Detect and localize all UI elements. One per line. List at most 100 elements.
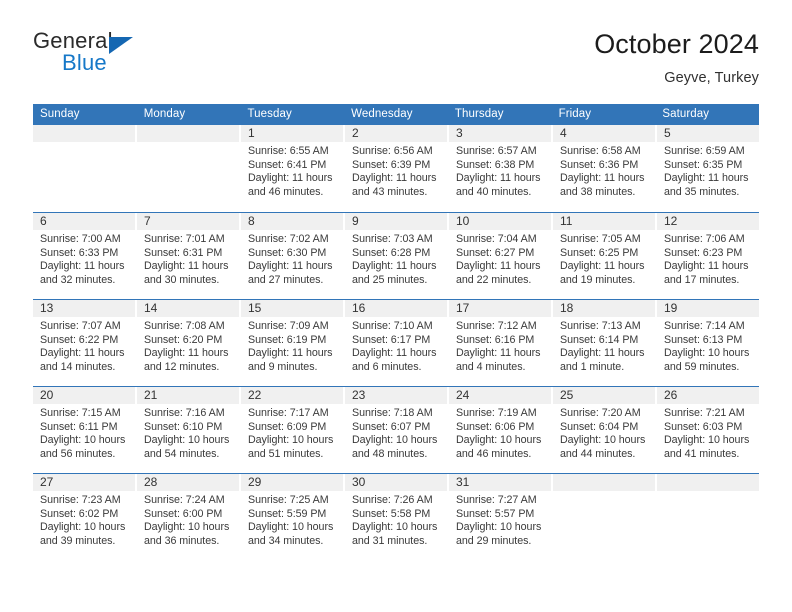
day-cell[interactable]: 17 Sunrise: 7:12 AM Sunset: 6:16 PM Dayligh… <box>449 300 551 386</box>
general-blue-logo[interactable]: General Blue <box>33 28 263 88</box>
daylight-duration-line1: Daylight: 10 hours <box>456 521 542 534</box>
sunrise-time: Sunrise: 7:00 AM <box>40 233 121 245</box>
day-cell[interactable]: 13 Sunrise: 7:07 AM Sunset: 6:22 PM Dayligh… <box>33 300 135 386</box>
day-cell[interactable]: 14 Sunrise: 7:08 AM Sunset: 6:20 PM Dayligh… <box>137 300 239 386</box>
day-cell[interactable]: 7 Sunrise: 7:01 AM Sunset: 6:31 PM Daylight… <box>137 213 239 299</box>
day-cell-empty <box>33 125 135 212</box>
day-cell[interactable]: 19 Sunrise: 7:14 AM Sunset: 6:13 PM Dayligh… <box>657 300 759 386</box>
day-cell[interactable]: 10 Sunrise: 7:04 AM Sunset: 6:27 PM Dayligh… <box>449 213 551 299</box>
sunrise-time: Sunrise: 7:04 AM <box>456 233 537 245</box>
daylight-duration-line1: Daylight: 10 hours <box>40 434 126 447</box>
day-details: Sunrise: 7:23 AM Sunset: 6:02 PM Daylight:… <box>33 491 135 548</box>
day-details: Sunrise: 7:07 AM Sunset: 6:22 PM Daylight:… <box>33 317 135 374</box>
day-cell[interactable]: 11 Sunrise: 7:05 AM Sunset: 6:25 PM Dayligh… <box>553 213 655 299</box>
day-number: 2 <box>345 125 447 142</box>
day-cell[interactable]: 16 Sunrise: 7:10 AM Sunset: 6:17 PM Dayligh… <box>345 300 447 386</box>
daylight-duration-line1: Daylight: 11 hours <box>248 260 333 273</box>
day-cell[interactable]: 31 Sunrise: 7:27 AM Sunset: 5:57 PM Dayligh… <box>449 474 551 560</box>
day-cell[interactable]: 30 Sunrise: 7:26 AM Sunset: 5:58 PM Dayligh… <box>345 474 447 560</box>
daylight-duration-line2: and 46 minutes. <box>456 447 532 460</box>
day-number <box>553 474 655 491</box>
daylight-duration-line2: and 31 minutes. <box>352 534 428 547</box>
daylight-duration-line1: Daylight: 11 hours <box>560 172 645 185</box>
day-details: Sunrise: 7:10 AM Sunset: 6:17 PM Daylight:… <box>345 317 447 374</box>
sunrise-time: Sunrise: 7:10 AM <box>352 320 433 332</box>
day-cell[interactable]: 22 Sunrise: 7:17 AM Sunset: 6:09 PM Dayligh… <box>241 387 343 473</box>
day-cell[interactable]: 8 Sunrise: 7:02 AM Sunset: 6:30 PM Daylight… <box>241 213 343 299</box>
day-number: 9 <box>345 213 447 230</box>
page-subtitle-location: Geyve, Turkey <box>664 70 759 86</box>
sunrise-time: Sunrise: 7:21 AM <box>664 407 745 419</box>
daylight-duration-line2: and 43 minutes. <box>352 185 428 198</box>
day-cell[interactable]: 6 Sunrise: 7:00 AM Sunset: 6:33 PM Daylight… <box>33 213 135 299</box>
day-details: Sunrise: 7:17 AM Sunset: 6:09 PM Daylight:… <box>241 404 343 461</box>
day-number: 13 <box>33 300 135 317</box>
day-details: Sunrise: 7:21 AM Sunset: 6:03 PM Daylight:… <box>657 404 759 461</box>
daylight-duration-line2: and 29 minutes. <box>456 534 532 547</box>
day-number: 27 <box>33 474 135 491</box>
day-cell[interactable]: 20 Sunrise: 7:15 AM Sunset: 6:11 PM Dayligh… <box>33 387 135 473</box>
day-cell[interactable]: 2 Sunrise: 6:56 AM Sunset: 6:39 PM Daylight… <box>345 125 447 212</box>
day-details: Sunrise: 7:09 AM Sunset: 6:19 PM Daylight:… <box>241 317 343 374</box>
day-cell[interactable]: 28 Sunrise: 7:24 AM Sunset: 6:00 PM Dayligh… <box>137 474 239 560</box>
page-title: October 2024 <box>594 29 759 59</box>
day-cell[interactable]: 25 Sunrise: 7:20 AM Sunset: 6:04 PM Dayligh… <box>553 387 655 473</box>
day-details: Sunrise: 6:59 AM Sunset: 6:35 PM Daylight:… <box>657 142 759 199</box>
day-cell[interactable]: 21 Sunrise: 7:16 AM Sunset: 6:10 PM Dayligh… <box>137 387 239 473</box>
day-cell[interactable]: 1 Sunrise: 6:55 AM Sunset: 6:41 PM Daylight… <box>241 125 343 212</box>
sunset-time: Sunset: 6:09 PM <box>248 420 327 433</box>
day-cell[interactable]: 23 Sunrise: 7:18 AM Sunset: 6:07 PM Dayligh… <box>345 387 447 473</box>
weekday-header-friday: Friday <box>558 108 592 120</box>
sunrise-time: Sunrise: 6:55 AM <box>248 145 329 157</box>
day-number: 19 <box>657 300 759 317</box>
day-cell[interactable]: 15 Sunrise: 7:09 AM Sunset: 6:19 PM Dayligh… <box>241 300 343 386</box>
day-number: 26 <box>657 387 759 404</box>
day-cell[interactable]: 24 Sunrise: 7:19 AM Sunset: 6:06 PM Dayligh… <box>449 387 551 473</box>
sunset-time: Sunset: 5:57 PM <box>456 507 535 520</box>
daylight-duration-line1: Daylight: 10 hours <box>664 347 750 360</box>
day-details: Sunrise: 7:20 AM Sunset: 6:04 PM Daylight:… <box>553 404 655 461</box>
day-cell[interactable]: 3 Sunrise: 6:57 AM Sunset: 6:38 PM Daylight… <box>449 125 551 212</box>
daylight-duration-line2: and 48 minutes. <box>352 447 428 460</box>
daylight-duration-line2: and 12 minutes. <box>144 360 220 373</box>
daylight-duration-line1: Daylight: 10 hours <box>144 434 230 447</box>
day-number <box>137 125 239 142</box>
day-details: Sunrise: 7:14 AM Sunset: 6:13 PM Daylight:… <box>657 317 759 374</box>
daylight-duration-line1: Daylight: 10 hours <box>352 434 438 447</box>
daylight-duration-line2: and 6 minutes. <box>352 360 422 373</box>
daylight-duration-line1: Daylight: 11 hours <box>352 260 437 273</box>
sunset-time: Sunset: 6:41 PM <box>248 158 327 171</box>
day-number: 16 <box>345 300 447 317</box>
day-details: Sunrise: 6:56 AM Sunset: 6:39 PM Daylight:… <box>345 142 447 199</box>
daylight-duration-line2: and 30 minutes. <box>144 273 220 286</box>
day-details <box>137 142 239 145</box>
daylight-duration-line1: Daylight: 10 hours <box>664 434 750 447</box>
day-cell[interactable]: 5 Sunrise: 6:59 AM Sunset: 6:35 PM Daylight… <box>657 125 759 212</box>
day-details <box>33 142 135 145</box>
daylight-duration-line2: and 39 minutes. <box>40 534 116 547</box>
day-cell-empty <box>657 474 759 560</box>
day-number: 1 <box>241 125 343 142</box>
daylight-duration-line1: Daylight: 11 hours <box>456 347 541 360</box>
day-cell[interactable]: 27 Sunrise: 7:23 AM Sunset: 6:02 PM Dayligh… <box>33 474 135 560</box>
day-details: Sunrise: 7:00 AM Sunset: 6:33 PM Daylight:… <box>33 230 135 287</box>
day-cell[interactable]: 12 Sunrise: 7:06 AM Sunset: 6:23 PM Dayligh… <box>657 213 759 299</box>
sunrise-time: Sunrise: 7:16 AM <box>144 407 225 419</box>
day-number: 31 <box>449 474 551 491</box>
title-block: October 2024 Geyve, Turkey <box>594 28 759 88</box>
day-details: Sunrise: 6:58 AM Sunset: 6:36 PM Daylight:… <box>553 142 655 199</box>
sunset-time: Sunset: 6:22 PM <box>40 333 119 346</box>
day-cell[interactable]: 18 Sunrise: 7:13 AM Sunset: 6:14 PM Dayligh… <box>553 300 655 386</box>
calendar-grid: Sunday Monday Tuesday Wednesday Thursday Frid… <box>33 104 759 560</box>
day-cell[interactable]: 26 Sunrise: 7:21 AM Sunset: 6:03 PM Dayligh… <box>657 387 759 473</box>
day-number <box>657 474 759 491</box>
day-cell[interactable]: 9 Sunrise: 7:03 AM Sunset: 6:28 PM Daylight… <box>345 213 447 299</box>
sunset-time: Sunset: 6:38 PM <box>456 158 535 171</box>
day-cell[interactable]: 4 Sunrise: 6:58 AM Sunset: 6:36 PM Daylight… <box>553 125 655 212</box>
day-cell[interactable]: 29 Sunrise: 7:25 AM Sunset: 5:59 PM Dayligh… <box>241 474 343 560</box>
daylight-duration-line1: Daylight: 11 hours <box>248 347 333 360</box>
weekday-header-sunday: Sunday <box>40 108 80 120</box>
calendar-page: General Blue October 2024 Geyve, Turkey … <box>0 0 792 612</box>
daylight-duration-line2: and 56 minutes. <box>40 447 116 460</box>
day-details: Sunrise: 6:57 AM Sunset: 6:38 PM Daylight:… <box>449 142 551 199</box>
